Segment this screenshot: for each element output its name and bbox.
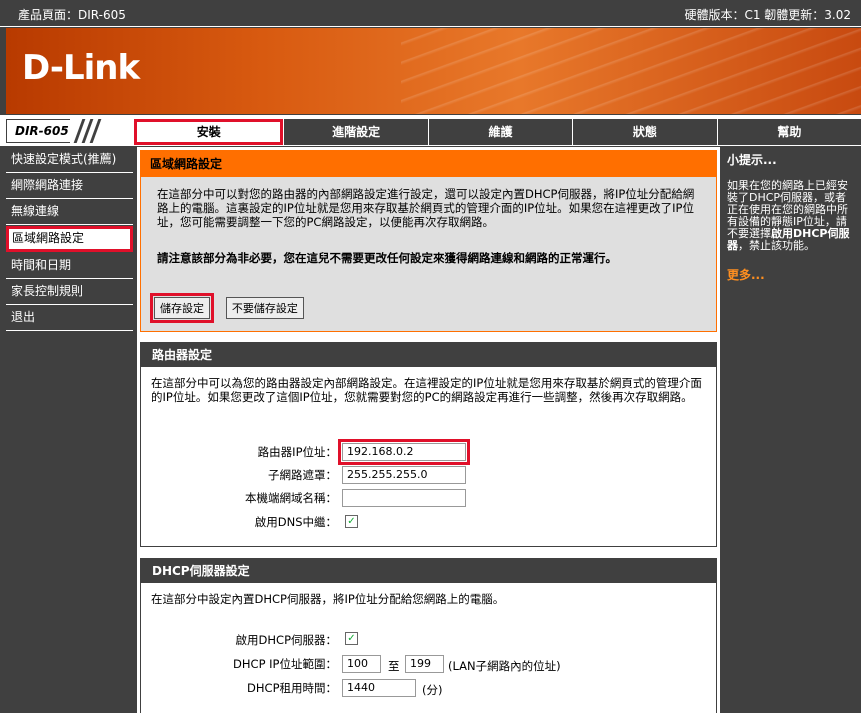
tab-status[interactable]: 狀態 xyxy=(572,119,717,145)
dhcp-range-row: DHCP IP位址範圍： xyxy=(141,653,337,673)
tab-help[interactable]: 幫助 xyxy=(716,119,861,145)
version-info: 硬體版本：C1 韌體更新：3.02 xyxy=(684,8,851,22)
more-link[interactable]: 更多... xyxy=(722,252,861,283)
hints-title: 小提示... xyxy=(727,153,777,167)
dont-save-button[interactable]: 不要儲存設定 xyxy=(225,297,304,319)
tab-maintenance[interactable]: 維護 xyxy=(427,119,573,145)
sidebar-item-internet[interactable]: 網際網路連接 xyxy=(6,173,133,199)
router-ip-label: 路由器IP位址： xyxy=(257,445,337,459)
sidebar-item-lan[interactable]: 區域網路設定 xyxy=(6,226,133,252)
router-ip-field[interactable]: 192.168.0.2 xyxy=(338,439,470,465)
hints-panel: 小提示... 如果在您的網路上已經安裝了DHCP伺服器，或者正在使用在您的網路中… xyxy=(722,147,861,713)
tab-row: DIR-605 安裝 進階設定 維護 狀態 幫助 xyxy=(0,115,861,146)
router-description: 在這部分中可以為您的路由器設定內部網路設定。在這裡設定的IP位址就是您用來存取基… xyxy=(151,376,702,404)
domain-name-field[interactable] xyxy=(342,489,466,507)
tab-setup[interactable]: 安裝 xyxy=(134,119,284,145)
lan-warning: 請注意該部分為非必要，您在這兒不需要更改任何設定來獲得網路連線和網路的正常運行。 xyxy=(157,251,617,265)
dhcp-range-to-label: 至 xyxy=(388,659,400,673)
dhcp-lease-unit: (分) xyxy=(422,683,443,697)
dns-relay-label: 啟用DNS中繼： xyxy=(254,515,337,529)
top-info-bar: 產品頁面：DIR-605 硬體版本：C1 韌體更新：3.02 xyxy=(0,0,861,27)
dhcp-lease-field[interactable]: 1440 xyxy=(342,679,416,697)
dhcp-lease-row: DHCP租用時間： xyxy=(141,677,337,697)
product-page-label: 產品頁面：DIR-605 xyxy=(18,8,126,22)
dhcp-settings-title: DHCP伺服器設定 xyxy=(141,559,716,583)
tab-advanced[interactable]: 進階設定 xyxy=(283,119,428,145)
sidebar-item-wireless[interactable]: 無線連線 xyxy=(6,199,133,225)
subnet-mask-label: 子網路遮罩： xyxy=(268,468,337,482)
lan-settings-box: 區域網路設定 在這部分中可以對您的路由器的內部網路設定進行設定，還可以設定內置D… xyxy=(140,150,717,332)
router-ip-row: 路由器IP位址： xyxy=(141,441,337,461)
sidebar: 快速設定模式(推薦) 網際網路連接 無線連線 區域網路設定 時間和日期 家長控制… xyxy=(6,147,133,713)
dhcp-description: 在這部分中設定內置DHCP伺服器，將IP位址分配給您網路上的電腦。 xyxy=(151,592,505,606)
dhcp-range-note: (LAN子網路內的位址) xyxy=(448,659,561,673)
dhcp-enable-checkbox[interactable]: ✓ xyxy=(345,632,358,645)
save-button[interactable]: 儲存設定 xyxy=(150,293,214,323)
subnet-mask-row: 子網路遮罩： xyxy=(141,464,337,484)
hints-text: 如果在您的網路上已經安裝了DHCP伺服器，或者正在使用在您的網路中所有設備的靜態… xyxy=(722,168,861,252)
sidebar-item-wizard[interactable]: 快速設定模式(推薦) xyxy=(6,147,133,173)
subnet-mask-field[interactable]: 255.255.255.0 xyxy=(342,466,466,484)
hints-text-after: ，禁止該功能。 xyxy=(738,239,815,252)
domain-name-label: 本機端網域名稱： xyxy=(245,491,337,505)
dlink-logo: D-Link xyxy=(22,48,140,88)
sidebar-item-time[interactable]: 時間和日期 xyxy=(6,253,133,279)
dhcp-enable-label: 啟用DHCP伺服器： xyxy=(235,633,337,647)
dhcp-range-label: DHCP IP位址範圍： xyxy=(233,657,337,671)
router-settings-section: 路由器設定 在這部分中可以為您的路由器設定內部網路設定。在這裡設定的IP位址就是… xyxy=(140,342,717,547)
lan-description: 在這部分中可以對您的路由器的內部網路設定進行設定，還可以設定內置DHCP伺服器，… xyxy=(157,187,695,229)
dns-relay-row: 啟用DNS中繼： xyxy=(141,511,337,531)
dhcp-settings-section: DHCP伺服器設定 在這部分中設定內置DHCP伺服器，將IP位址分配給您網路上的… xyxy=(140,558,717,713)
domain-name-row: 本機端網域名稱： xyxy=(141,487,337,507)
sidebar-item-logout[interactable]: 退出 xyxy=(6,305,133,331)
sidebar-item-parental[interactable]: 家長控制規則 xyxy=(6,279,133,305)
banner-stripes xyxy=(401,28,861,114)
dhcp-enable-row: 啟用DHCP伺服器： xyxy=(141,629,337,649)
brand-banner: D-Link xyxy=(6,28,861,114)
router-settings-title: 路由器設定 xyxy=(141,343,716,367)
dhcp-range-start-field[interactable]: 100 xyxy=(342,655,381,673)
main-tabs: 安裝 進階設定 維護 狀態 幫助 xyxy=(134,119,861,145)
model-slash-decoration xyxy=(70,119,132,143)
save-button-row: 儲存設定 不要儲存設定 xyxy=(150,293,316,323)
lan-settings-title: 區域網路設定 xyxy=(141,151,716,177)
dns-relay-checkbox[interactable]: ✓ xyxy=(345,515,358,528)
main-content: 區域網路設定 在這部分中可以對您的路由器的內部網路設定進行設定，還可以設定內置D… xyxy=(137,147,720,713)
dhcp-lease-label: DHCP租用時間： xyxy=(247,681,337,695)
dhcp-range-end-field[interactable]: 199 xyxy=(405,655,444,673)
